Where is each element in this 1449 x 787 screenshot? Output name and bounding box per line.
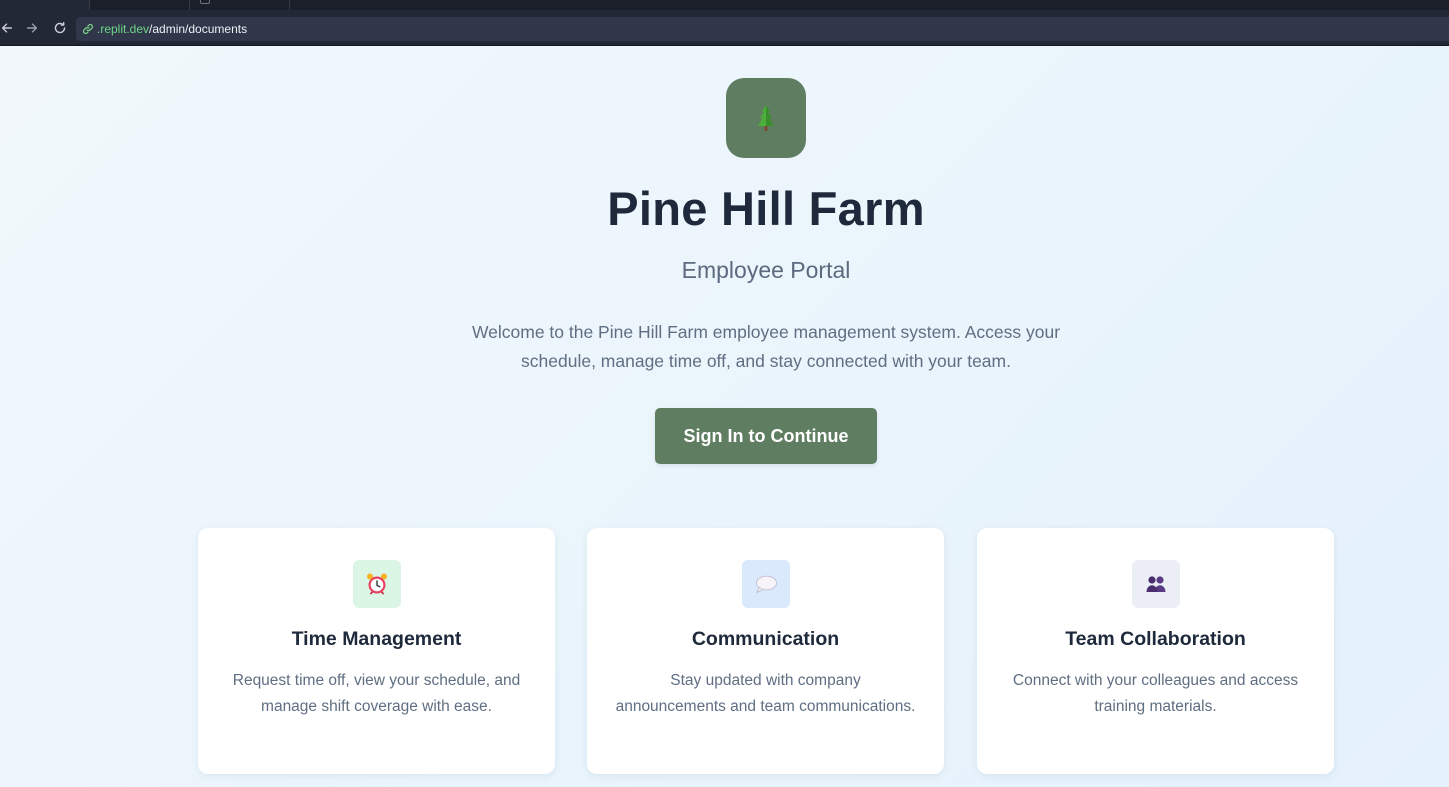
feature-card-title: Time Management xyxy=(291,628,462,650)
feature-card-description: Connect with your colleagues and access … xyxy=(1012,672,1299,715)
browser-toolbar: .replit.dev/admin/documents xyxy=(0,10,1449,46)
feature-card-time-management: Time Management Request time off, view y… xyxy=(198,528,555,774)
sign-in-button[interactable]: Sign In to Continue xyxy=(655,408,877,464)
feature-card-description: Stay updated with company announcements … xyxy=(615,672,916,715)
browser-tab-strip xyxy=(0,0,1449,10)
forward-arrow-icon[interactable] xyxy=(21,10,43,46)
url-path: /admin/documents xyxy=(149,22,248,36)
tab-favicon-icon xyxy=(200,0,210,4)
browser-tab-active[interactable] xyxy=(0,0,90,10)
link-icon xyxy=(82,23,94,35)
people-icon xyxy=(1146,576,1166,592)
url-host: .replit.dev xyxy=(97,22,150,36)
browser-tab[interactable] xyxy=(90,0,190,10)
landing-page: Pine Hill Farm Employee Portal Welcome t… xyxy=(0,46,1449,787)
feature-card-team-collaboration: Team Collaboration Connect with your col… xyxy=(977,528,1334,774)
feature-card-communication: Communication Stay updated with company … xyxy=(587,528,944,774)
feature-icon-box xyxy=(742,560,790,608)
feature-icon-box xyxy=(1132,560,1180,608)
feature-card-title: Team Collaboration xyxy=(1065,628,1246,650)
welcome-text: Welcome to the Pine Hill Farm employee m… xyxy=(471,322,1061,371)
speech-bubble-icon xyxy=(756,575,777,593)
feature-card-description: Request time off, view your schedule, an… xyxy=(232,672,521,715)
pine-tree-icon xyxy=(758,105,774,131)
address-bar[interactable]: .replit.dev/admin/documents xyxy=(76,17,1449,41)
page-subtitle: Employee Portal xyxy=(681,257,851,283)
feature-icon-box xyxy=(353,560,401,608)
feature-card-title: Communication xyxy=(691,628,840,650)
logo xyxy=(726,78,806,158)
page-title: Pine Hill Farm xyxy=(607,182,925,235)
alarm-clock-icon xyxy=(367,573,387,595)
back-arrow-icon[interactable] xyxy=(0,10,18,46)
reload-icon[interactable] xyxy=(49,10,71,46)
